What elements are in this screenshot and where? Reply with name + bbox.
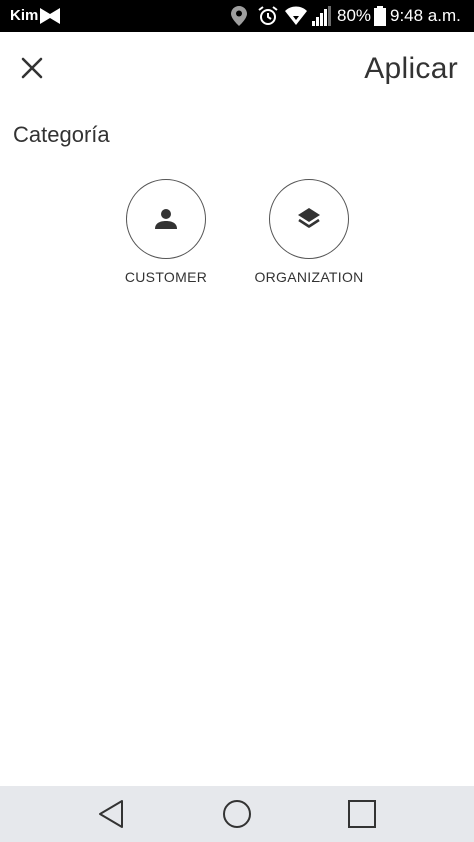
recents-button[interactable] [346, 798, 378, 835]
category-option-organization[interactable]: ORGANIZATION [229, 179, 389, 285]
wifi-icon [285, 6, 307, 31]
category-circle[interactable] [126, 179, 206, 259]
home-button[interactable] [221, 798, 253, 835]
section-title: Categoría [13, 122, 110, 147]
back-icon [99, 800, 123, 828]
location-icon [231, 6, 247, 31]
back-button[interactable] [96, 798, 126, 835]
home-icon [223, 800, 251, 828]
recents-icon [348, 800, 376, 828]
person-icon [155, 209, 177, 229]
carrier-name: Kim [10, 7, 39, 24]
category-circle[interactable] [269, 179, 349, 259]
clock: 9:48 a.m. [390, 6, 461, 25]
alarm-icon [258, 6, 278, 31]
category-option-customer[interactable]: CUSTOMER [86, 179, 246, 285]
close-icon [21, 57, 43, 79]
apply-button[interactable]: Aplicar [364, 52, 458, 86]
close-button[interactable] [14, 50, 50, 86]
navigation-bar [0, 786, 474, 842]
category-label: ORGANIZATION [254, 269, 364, 285]
app-notification-icon [40, 8, 60, 29]
status-bar: Kim 80% 9:48 a.m. [0, 0, 474, 32]
battery-icon [374, 6, 386, 31]
layers-icon [298, 208, 320, 228]
battery-percentage: 80% [337, 6, 372, 25]
signal-icon [312, 6, 332, 31]
category-label: CUSTOMER [124, 269, 208, 285]
